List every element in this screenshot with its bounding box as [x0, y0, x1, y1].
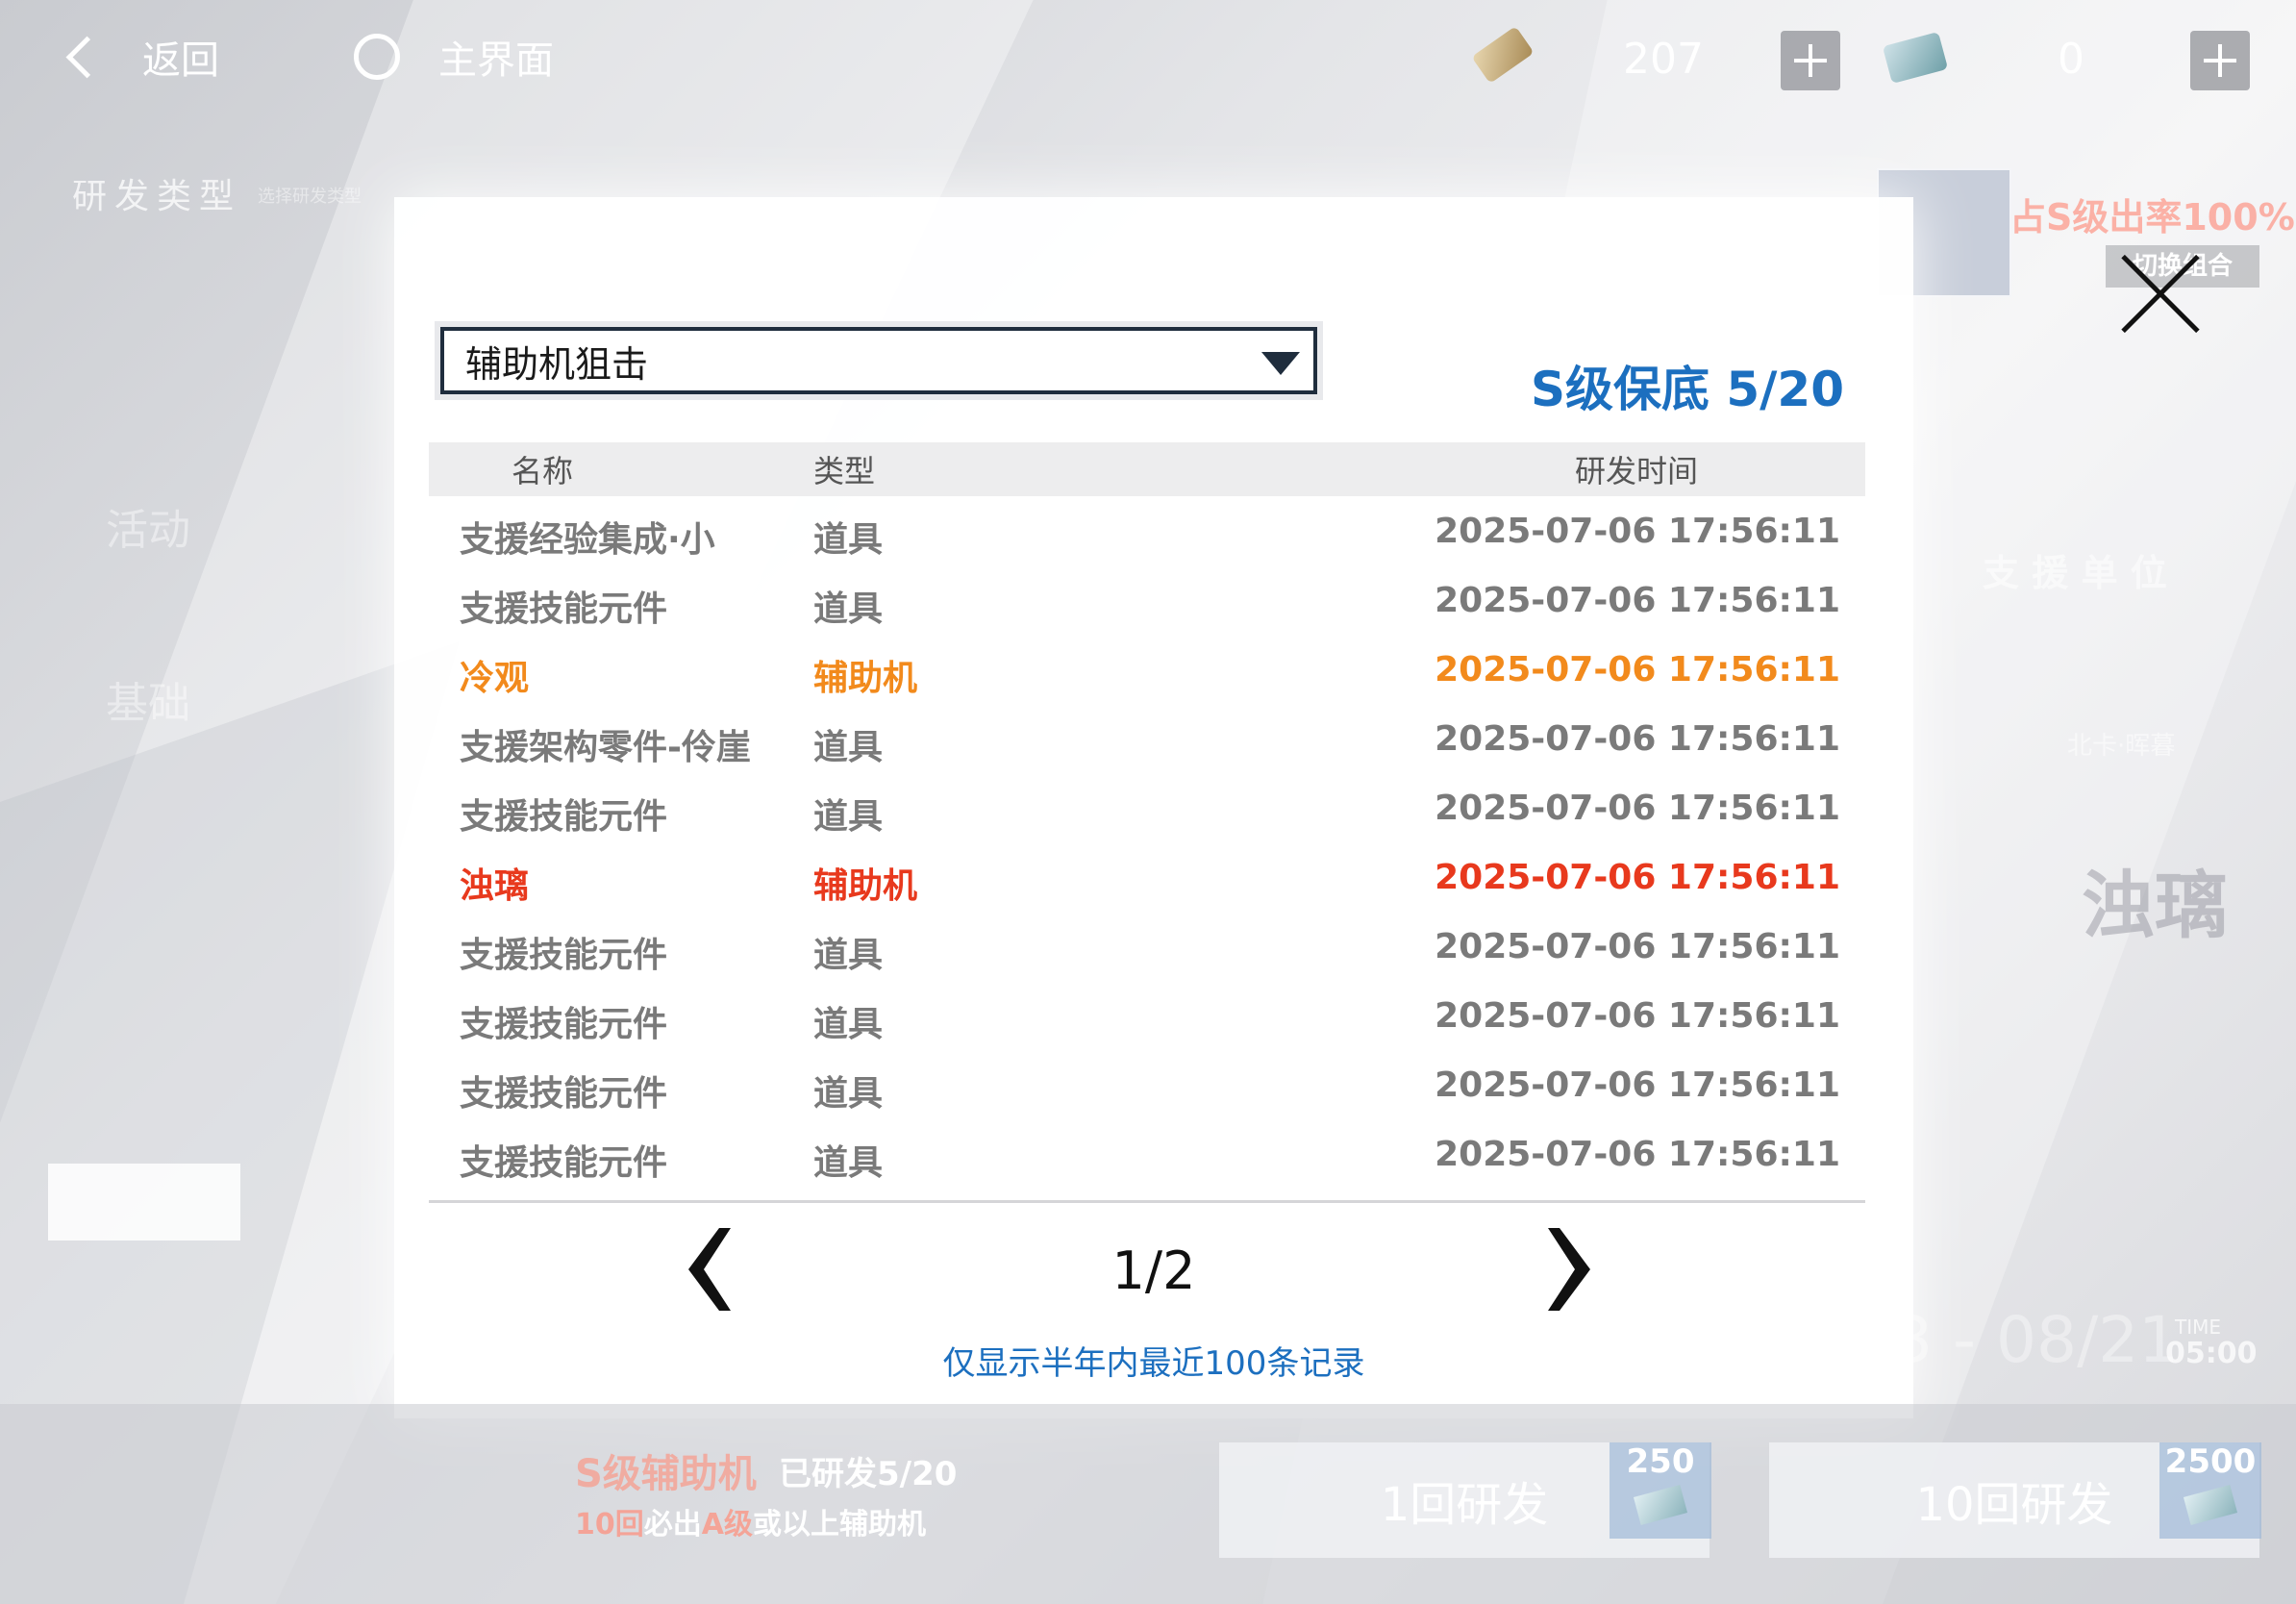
guarantee-text: 10回必出A级或以上辅助机	[575, 1500, 926, 1542]
character-name: 浊璃	[2082, 863, 2228, 948]
row-name: 浊璃	[460, 866, 530, 906]
table-row: 支援技能元件 道具 2025-07-06 17:56:11	[429, 773, 1865, 842]
top-bar: 返回 主界面 207 0	[0, 0, 2296, 125]
table-row: 支援架构零件-伶崖 道具 2025-07-06 17:56:11	[429, 704, 1865, 773]
table-header: 名称 类型 研发时间	[429, 442, 1865, 496]
table-row: 支援技能元件 道具 2025-07-06 17:56:11	[429, 981, 1865, 1050]
row-time: 2025-07-06 17:56:11	[1435, 858, 1840, 897]
row-time: 2025-07-06 17:56:11	[1435, 650, 1840, 689]
row-time: 2025-07-06 17:56:11	[1435, 512, 1840, 551]
character-subtitle: 北卡·晖暮	[2067, 732, 2176, 761]
row-name: 冷观	[460, 659, 530, 698]
row-type: 道具	[813, 1074, 884, 1114]
guarantee-prefix: 10回	[575, 1508, 644, 1541]
pull-1-cost: 250	[1610, 1442, 1711, 1539]
support-unit-label: 支 援 单 位	[1983, 552, 2167, 594]
pool-select-dropdown[interactable]: 辅助机狙击	[440, 327, 1317, 394]
table-row: 支援技能元件 道具 2025-07-06 17:56:11	[429, 1050, 1865, 1119]
row-time: 2025-07-06 17:56:11	[1435, 1065, 1840, 1105]
table-row: 支援经验集成·小 道具 2025-07-06 17:56:11	[429, 496, 1865, 565]
back-label: 返回	[142, 38, 219, 83]
research-type-label: 研发类型	[72, 177, 242, 216]
row-name: 支援技能元件	[460, 1074, 668, 1114]
side-tab-activity[interactable]: 活动	[106, 495, 190, 557]
row-name: 支援技能元件	[460, 589, 668, 629]
currency2-value: 0	[2058, 35, 2084, 84]
row-type: 道具	[813, 1143, 884, 1183]
row-name: 支援技能元件	[460, 936, 668, 975]
row-time: 2025-07-06 17:56:11	[1435, 1135, 1840, 1174]
guarantee-mid: 必出	[643, 1508, 702, 1541]
side-button[interactable]	[48, 1164, 240, 1241]
home-label: 主界面	[438, 38, 554, 83]
row-time: 2025-07-06 17:56:11	[1435, 996, 1840, 1036]
row-name: 支援技能元件	[460, 1143, 668, 1183]
s-grade-progress: 已研发5/20	[779, 1455, 958, 1493]
research-type-sub: 选择研发类型	[258, 187, 362, 207]
row-type: 道具	[813, 728, 884, 767]
chevron-left-icon	[65, 36, 109, 78]
row-type: 道具	[813, 520, 884, 560]
row-type: 道具	[813, 936, 884, 975]
close-icon[interactable]	[2108, 245, 2204, 341]
table-row: 支援技能元件 道具 2025-07-06 17:56:11	[429, 1119, 1865, 1189]
side-tab-basic[interactable]: 基础	[106, 668, 190, 730]
home-circle-icon	[354, 34, 400, 80]
row-type: 道具	[813, 1005, 884, 1044]
pull-1-cost-value: 250	[1626, 1442, 1695, 1481]
pull-10-label: 10回研发	[1915, 1478, 2113, 1532]
row-time: 2025-07-06 17:56:11	[1435, 927, 1840, 966]
research-history-dialog: 辅助机狙击 S级保底 5/20 名称 类型 研发时间 支援经验集成·小 道具 202…	[394, 197, 1913, 1418]
pull-10-cost-value: 2500	[2164, 1442, 2257, 1481]
table-row: 冷观 辅助机 2025-07-06 17:56:11	[429, 635, 1865, 704]
row-type: 辅助机	[813, 866, 918, 906]
column-type: 类型	[813, 453, 876, 489]
table-row: 支援技能元件 道具 2025-07-06 17:56:11	[429, 912, 1865, 981]
gold-ticket-icon	[1471, 26, 1535, 84]
row-name: 支援技能元件	[460, 1005, 668, 1044]
column-time: 研发时间	[1575, 453, 1699, 489]
research-ticket-icon	[1882, 31, 1949, 85]
add-currency2-button[interactable]	[2190, 31, 2250, 90]
time-label: TIME	[2175, 1316, 2222, 1339]
table-body: 支援经验集成·小 道具 2025-07-06 17:56:11 支援技能元件 道具 202…	[429, 496, 1865, 1189]
guarantee-suffix: 或以上辅助机	[752, 1508, 926, 1541]
row-name: 支援经验集成·小	[460, 520, 715, 560]
page-indicator: 1/2	[1111, 1241, 1196, 1301]
promo-rate: 占S级出率100%	[2009, 196, 2295, 238]
pool-select-value: 辅助机狙击	[465, 342, 649, 386]
time-value: 05:00	[2165, 1337, 2258, 1370]
back-button[interactable]: 返回	[65, 29, 219, 85]
guarantee-grade: A级	[701, 1508, 753, 1541]
add-currency1-button[interactable]	[1781, 31, 1840, 90]
dropdown-arrow-icon	[1261, 352, 1300, 375]
row-name: 支援架构零件-伶崖	[460, 728, 751, 767]
next-page-icon[interactable]	[1538, 1226, 1606, 1313]
row-name: 支援技能元件	[460, 797, 668, 837]
row-type: 道具	[813, 797, 884, 837]
s-grade-title: S级辅助机	[575, 1452, 757, 1496]
row-time: 2025-07-06 17:56:11	[1435, 581, 1840, 620]
home-button[interactable]: 主界面	[354, 29, 554, 85]
table-row: 支援技能元件 道具 2025-07-06 17:56:11	[429, 565, 1865, 635]
table-row: 浊璃 辅助机 2025-07-06 17:56:11	[429, 842, 1865, 912]
research-ticket-icon	[1633, 1485, 1688, 1525]
currency1-value: 207	[1623, 35, 1704, 84]
pull-1-label: 1回研发	[1380, 1478, 1549, 1532]
pity-counter: S级保底 5/20	[1530, 362, 1844, 417]
history-table: 名称 类型 研发时间 支援经验集成·小 道具 2025-07-06 17:56:11…	[429, 442, 1865, 1189]
column-name: 名称	[512, 453, 574, 489]
table-divider	[429, 1200, 1865, 1203]
row-time: 2025-07-06 17:56:11	[1435, 789, 1840, 828]
pull-10-cost: 2500	[2159, 1442, 2261, 1539]
research-ticket-icon	[2183, 1485, 2238, 1525]
records-note: 仅显示半年内最近100条记录	[942, 1344, 1365, 1383]
row-time: 2025-07-06 17:56:11	[1435, 719, 1840, 759]
row-type: 道具	[813, 589, 884, 629]
row-type: 辅助机	[813, 659, 918, 698]
